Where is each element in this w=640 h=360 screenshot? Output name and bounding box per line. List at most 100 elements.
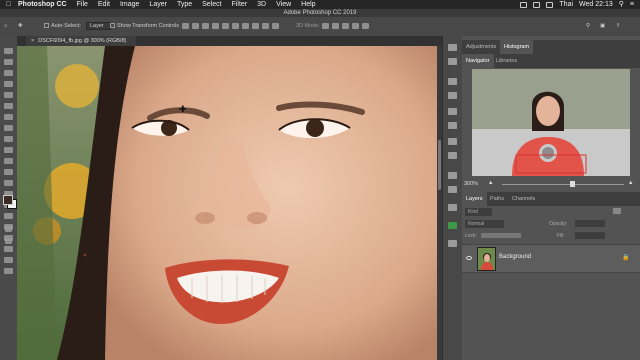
fill-field[interactable] bbox=[575, 232, 605, 239]
document-tab[interactable]: × DSCF6094_fb.jpg @ 300% (RGB/8) bbox=[26, 36, 136, 46]
plugin-icon[interactable] bbox=[448, 222, 457, 229]
distribute-icon[interactable] bbox=[242, 23, 249, 29]
play-icon[interactable] bbox=[448, 44, 457, 51]
menu-help[interactable]: Help bbox=[301, 0, 315, 9]
screen-mode-icon[interactable] bbox=[5, 238, 12, 244]
auto-select-checkbox[interactable]: Auto-Select: bbox=[44, 23, 81, 29]
user-name[interactable]: Thai bbox=[559, 0, 573, 9]
quick-select-tool-icon[interactable] bbox=[4, 81, 13, 87]
zoom-value[interactable]: 300% bbox=[464, 181, 478, 187]
menu-filter[interactable]: Filter bbox=[232, 0, 248, 9]
zoom-out-icon[interactable]: ▲ bbox=[488, 180, 493, 186]
menu-3d[interactable]: 3D bbox=[257, 0, 266, 9]
layer-dropdown[interactable]: Layer bbox=[86, 22, 111, 30]
3d-tools[interactable] bbox=[322, 23, 372, 31]
align-middle-icon[interactable] bbox=[222, 23, 229, 29]
clone-stamp-tool-icon[interactable] bbox=[4, 147, 13, 153]
menu-edit[interactable]: Edit bbox=[98, 0, 110, 9]
lasso-tool-icon[interactable] bbox=[4, 70, 13, 76]
character-icon[interactable] bbox=[448, 204, 457, 211]
move-tool-preset-icon[interactable]: ✚ bbox=[18, 23, 23, 29]
zoom-slider-thumb[interactable] bbox=[570, 181, 575, 187]
align-left-icon[interactable] bbox=[182, 23, 189, 29]
lock-icons[interactable] bbox=[481, 233, 521, 238]
3d-scale-icon[interactable] bbox=[362, 23, 369, 29]
marquee-tool-icon[interactable] bbox=[4, 59, 13, 65]
visibility-eye-icon[interactable] bbox=[466, 256, 472, 260]
zoom-tool-icon[interactable] bbox=[4, 268, 13, 274]
close-tab-icon[interactable]: × bbox=[31, 38, 34, 44]
tab-channels[interactable]: Channels bbox=[508, 192, 539, 206]
info-icon[interactable] bbox=[448, 78, 457, 85]
tab-histogram[interactable]: Histogram bbox=[500, 40, 534, 54]
filter-toggle-icon[interactable] bbox=[613, 208, 621, 214]
menu-type[interactable]: Type bbox=[177, 0, 192, 9]
3d-roll-icon[interactable] bbox=[332, 23, 339, 29]
quick-mask-icon[interactable] bbox=[5, 226, 12, 232]
3d-drag-icon[interactable] bbox=[342, 23, 349, 29]
tab-navigator[interactable]: Navigator bbox=[462, 54, 494, 68]
3d-slide-icon[interactable] bbox=[352, 23, 359, 29]
align-right-icon[interactable] bbox=[202, 23, 209, 29]
menu-image[interactable]: Image bbox=[120, 0, 139, 9]
brush-settings-icon[interactable] bbox=[448, 122, 457, 129]
crop-tool-icon[interactable] bbox=[4, 92, 13, 98]
properties-icon[interactable] bbox=[448, 138, 457, 145]
kind-filter-dropdown[interactable]: Kind bbox=[465, 208, 493, 216]
paragraph-icon[interactable] bbox=[448, 186, 457, 193]
healing-brush-tool-icon[interactable] bbox=[4, 125, 13, 131]
3d-rotate-icon[interactable] bbox=[322, 23, 329, 29]
apple-icon[interactable]:  bbox=[6, 0, 11, 9]
eraser-tool-icon[interactable] bbox=[4, 169, 13, 175]
color-icon[interactable] bbox=[448, 92, 457, 99]
clock[interactable]: Wed 22:13 bbox=[579, 0, 613, 9]
layer-thumbnail[interactable] bbox=[477, 247, 496, 271]
wifi-icon[interactable] bbox=[520, 1, 528, 8]
layer-name[interactable]: Background bbox=[499, 254, 531, 260]
image-canvas[interactable]: ✚ bbox=[17, 46, 437, 360]
navigator-preview[interactable] bbox=[472, 69, 630, 176]
share-icon[interactable]: ⇧ bbox=[616, 23, 621, 29]
menu-view[interactable]: View bbox=[276, 0, 291, 9]
blend-mode-dropdown[interactable]: Normal bbox=[465, 220, 505, 228]
adjustments-icon[interactable] bbox=[448, 152, 457, 159]
menu-file[interactable]: File bbox=[77, 0, 88, 9]
frame-tool-icon[interactable] bbox=[4, 103, 13, 109]
notification-icon[interactable]: ≡ bbox=[630, 0, 634, 9]
align-icons[interactable] bbox=[182, 23, 282, 31]
menu-layer[interactable]: Layer bbox=[149, 0, 167, 9]
history-icon[interactable] bbox=[448, 58, 457, 65]
pen-tool-icon[interactable] bbox=[4, 213, 13, 219]
tab-adjustments[interactable]: Adjustments bbox=[462, 40, 500, 54]
vertical-scrollbar-thumb[interactable] bbox=[438, 140, 441, 190]
history-brush-tool-icon[interactable] bbox=[4, 158, 13, 164]
shape-tool-icon[interactable] bbox=[4, 246, 13, 252]
show-transform-checkbox[interactable]: Show Transform Controls bbox=[110, 23, 179, 29]
distribute-h-icon[interactable] bbox=[252, 23, 259, 29]
hand-tool-icon[interactable] bbox=[4, 257, 13, 263]
workspace-icon[interactable]: ▣ bbox=[600, 23, 605, 29]
tab-libraries[interactable]: Libraries bbox=[492, 54, 521, 68]
home-icon[interactable]: ⌂ bbox=[4, 23, 7, 29]
zoom-in-icon[interactable]: ▲ bbox=[628, 180, 633, 186]
tab-layers[interactable]: Layers bbox=[462, 192, 487, 206]
more-options-icon[interactable] bbox=[272, 23, 279, 29]
swatches-icon[interactable] bbox=[448, 108, 457, 115]
opacity-field[interactable] bbox=[575, 220, 605, 227]
zoom-slider-track[interactable] bbox=[502, 184, 624, 185]
gradient-tool-icon[interactable] bbox=[4, 180, 13, 186]
libraries-icon[interactable] bbox=[448, 240, 457, 247]
flag-icon[interactable] bbox=[546, 1, 554, 8]
search-icon[interactable]: ⚲ bbox=[586, 23, 590, 29]
distribute-v-icon[interactable] bbox=[262, 23, 269, 29]
menu-app-name[interactable]: Photoshop CC bbox=[18, 0, 67, 9]
foreground-color-swatch[interactable] bbox=[3, 195, 13, 205]
align-center-icon[interactable] bbox=[192, 23, 199, 29]
move-tool-icon[interactable] bbox=[4, 48, 13, 54]
spotlight-icon[interactable]: ⚲ bbox=[619, 0, 624, 9]
brush-tool-icon[interactable] bbox=[4, 136, 13, 142]
tab-paths[interactable]: Paths bbox=[486, 192, 508, 206]
battery-icon[interactable] bbox=[533, 1, 541, 8]
eyedropper-tool-icon[interactable] bbox=[4, 114, 13, 120]
glyphs-icon[interactable] bbox=[448, 172, 457, 179]
